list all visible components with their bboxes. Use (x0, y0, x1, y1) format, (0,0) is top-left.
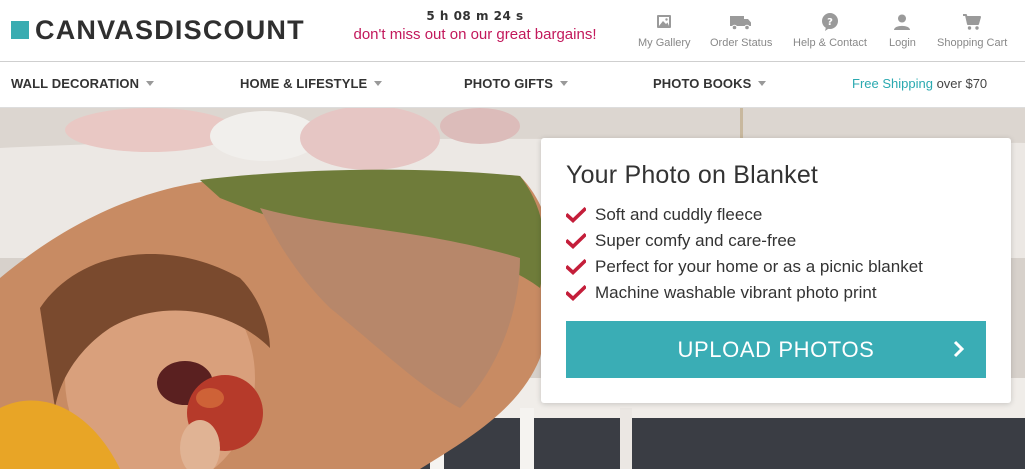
nav-label: HOME & LIFESTYLE (240, 76, 368, 91)
site-logo[interactable]: CANVASDISCOUNT (11, 15, 305, 45)
countdown-timer: 5 h 08 m 24 s (426, 9, 524, 23)
order-status-link[interactable]: Order Status (710, 12, 772, 49)
gallery-icon (657, 15, 672, 28)
countdown-banner: 5 h 08 m 24 s don't miss out on our grea… (340, 9, 610, 43)
shopping-cart-label: Shopping Cart (937, 37, 1008, 49)
caret-down-icon (374, 81, 383, 86)
upload-photos-button[interactable]: UPLOAD PHOTOS (566, 321, 986, 378)
chevron-right-icon (953, 340, 965, 358)
main-nav: WALL DECORATION HOME & LIFESTYLE PHOTO G… (0, 63, 1025, 108)
product-promo-card: Your Photo on Blanket Soft and cuddly fl… (541, 138, 1011, 403)
login-label: Login (889, 37, 916, 49)
shopping-cart-link[interactable]: Shopping Cart (937, 12, 1007, 49)
help-contact-label: Help & Contact (793, 37, 867, 49)
caret-down-icon (758, 81, 767, 86)
help-contact-link[interactable]: ? Help & Contact (793, 12, 867, 49)
nav-label: PHOTO GIFTS (464, 76, 553, 91)
upload-photos-label: UPLOAD PHOTOS (677, 336, 875, 362)
checkmark-icon (566, 207, 586, 223)
feature-list: Soft and cuddly fleece Super comfy and c… (566, 202, 923, 306)
feature-item: Machine washable vibrant photo print (566, 280, 923, 306)
feature-text: Super comfy and care-free (595, 231, 797, 250)
checkmark-icon (566, 285, 586, 301)
promo-title: Your Photo on Blanket (566, 161, 819, 189)
login-link[interactable]: Login (889, 12, 916, 49)
checkmark-icon (566, 233, 586, 249)
nav-photo-books[interactable]: PHOTO BOOKS (653, 76, 767, 91)
nav-wall-decoration[interactable]: WALL DECORATION (11, 76, 155, 91)
order-status-label: Order Status (710, 37, 773, 49)
help-icon: ? (821, 13, 838, 31)
site-header: CANVASDISCOUNT 5 h 08 m 24 s don't miss … (0, 0, 1025, 62)
shipping-threshold: over $70 (932, 76, 988, 91)
caret-down-icon (559, 81, 568, 86)
nav-label: PHOTO BOOKS (653, 76, 752, 91)
feature-text: Machine washable vibrant photo print (595, 283, 877, 302)
cart-icon (963, 14, 982, 30)
free-shipping-notice: Free Shipping over $70 (852, 76, 987, 91)
my-gallery-link[interactable]: My Gallery (638, 12, 691, 49)
checkmark-icon (566, 259, 586, 275)
feature-item: Soft and cuddly fleece (566, 202, 923, 228)
countdown-message: don't miss out on our great bargains! (353, 26, 597, 43)
nav-label: WALL DECORATION (11, 76, 140, 91)
feature-item: Super comfy and care-free (566, 228, 923, 254)
free-shipping-link[interactable]: Free Shipping (852, 76, 933, 91)
user-icon (894, 14, 911, 30)
svg-text:?: ? (827, 17, 833, 28)
caret-down-icon (146, 81, 155, 86)
nav-photo-gifts[interactable]: PHOTO GIFTS (464, 76, 568, 91)
feature-text: Soft and cuddly fleece (595, 205, 763, 224)
nav-home-lifestyle[interactable]: HOME & LIFESTYLE (240, 76, 383, 91)
feature-text: Perfect for your home or as a picnic bla… (595, 257, 923, 276)
logo-square-icon (11, 21, 29, 39)
logo-text: CANVASDISCOUNT (35, 14, 305, 45)
truck-icon (730, 16, 752, 31)
feature-item: Perfect for your home or as a picnic bla… (566, 254, 923, 280)
my-gallery-label: My Gallery (638, 37, 691, 49)
